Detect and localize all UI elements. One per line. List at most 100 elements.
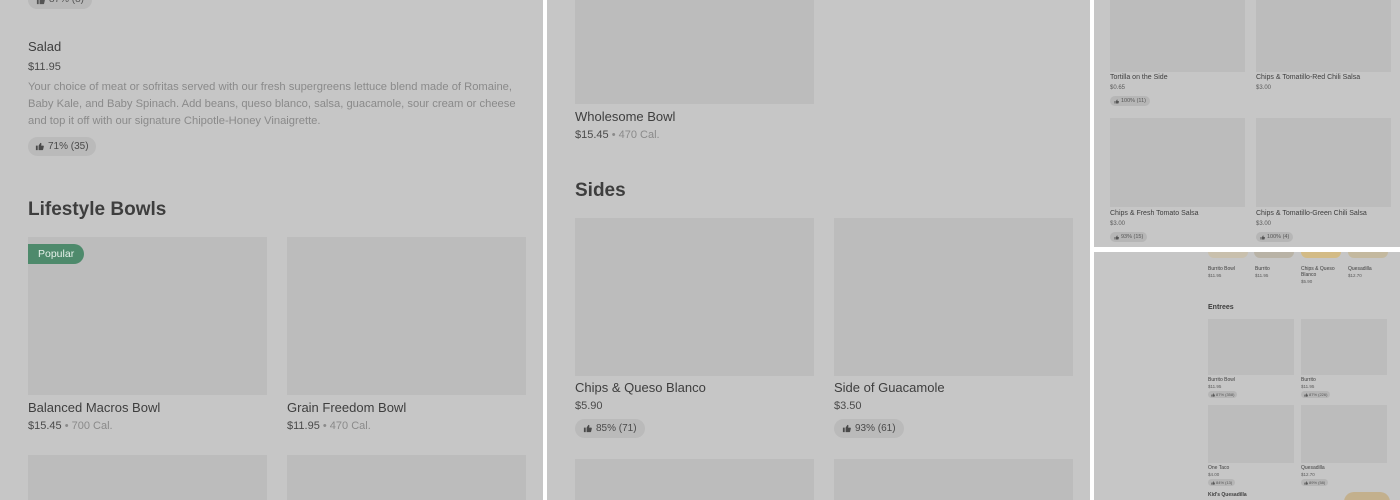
item-name[interactable]: Burrito bbox=[1255, 266, 1270, 272]
rating-badge: 87% (358) bbox=[1208, 391, 1238, 398]
item-image-chips-fresh-tomato[interactable] bbox=[1110, 118, 1245, 207]
rating-text: 93% (61) bbox=[855, 423, 896, 434]
rating-text: 87% (358) bbox=[1216, 392, 1235, 397]
thumbs-up-icon bbox=[842, 424, 851, 433]
item-image-chips-tomatillo-green[interactable] bbox=[1256, 118, 1391, 207]
item-price: $4.00 bbox=[1208, 472, 1220, 477]
item-price-balanced-macros-bowl: $15.45 • 700 Cal. bbox=[28, 420, 113, 432]
menu-panel-sides: Wholesome Bowl $15.45 • 470 Cal. Sides C… bbox=[547, 0, 1090, 500]
item-price-wholesome-bowl: $15.45 • 470 Cal. bbox=[575, 129, 660, 141]
item-price: $3.00 bbox=[1256, 221, 1272, 227]
food-image bbox=[1301, 252, 1341, 258]
item-price: $3.00 bbox=[1110, 221, 1126, 227]
thumbs-up-icon bbox=[583, 424, 592, 433]
item-name[interactable]: Quesadilla bbox=[1348, 266, 1372, 272]
menu-panel-sides-zoomed: Tortilla on the Side $0.65 100% (11) Chi… bbox=[1094, 0, 1400, 247]
food-image bbox=[1348, 252, 1388, 258]
menu-panel-salad-lifestyle: 87% (8) Salad $11.95 Your choice of meat… bbox=[0, 0, 543, 500]
rating-badge: 87% (8) bbox=[28, 0, 93, 9]
section-title-sides: Sides bbox=[575, 180, 626, 201]
section-title-kids-quesadilla: Kid's Quesadilla bbox=[1208, 492, 1247, 498]
item-name-balanced-macros-bowl[interactable]: Balanced Macros Bowl bbox=[28, 400, 160, 415]
popular-badge: Popular bbox=[28, 244, 85, 264]
item-price: $5.90 bbox=[1301, 279, 1313, 284]
rating-badge: 87% (226) bbox=[1301, 391, 1331, 398]
item-image-one-taco[interactable] bbox=[1208, 405, 1294, 463]
item-image[interactable] bbox=[834, 459, 1073, 500]
food-image bbox=[1254, 252, 1294, 258]
item-price-salad: $11.95 bbox=[28, 61, 61, 73]
item-image-chips-tomatillo-red[interactable] bbox=[1256, 0, 1391, 72]
thumbs-up-icon bbox=[35, 142, 44, 151]
item-name-wholesome-bowl[interactable]: Wholesome Bowl bbox=[575, 109, 675, 124]
thumbs-up-icon bbox=[1260, 235, 1265, 239]
item-name[interactable]: Burrito Bowl bbox=[1208, 266, 1235, 272]
item-image-burrito[interactable] bbox=[1301, 319, 1387, 375]
item-name[interactable]: One Taco bbox=[1208, 465, 1229, 471]
item-price-side-of-guacamole: $3.50 bbox=[834, 400, 862, 412]
item-image[interactable] bbox=[287, 455, 526, 500]
rating-text: 100% (4) bbox=[1267, 234, 1290, 240]
rating-text: 89% (58) bbox=[1309, 480, 1326, 485]
calories-text: • 700 Cal. bbox=[61, 420, 113, 432]
item-name[interactable]: Chips & Queso Blanco bbox=[1301, 266, 1341, 278]
item-price: $11.95 bbox=[1255, 273, 1269, 278]
item-price: $0.65 bbox=[1110, 85, 1126, 91]
thumbs-up-icon bbox=[1304, 480, 1308, 485]
calories-text: • 470 Cal. bbox=[608, 129, 660, 141]
item-name[interactable]: Quesadilla bbox=[1301, 465, 1325, 471]
item-name[interactable]: Burrito Bowl bbox=[1208, 377, 1235, 383]
item-price: $11.95 bbox=[1208, 273, 1222, 278]
item-name[interactable]: Tortilla on the Side bbox=[1110, 74, 1168, 81]
item-image-wholesome-bowl[interactable] bbox=[575, 0, 814, 104]
item-name-grain-freedom-bowl[interactable]: Grain Freedom Bowl bbox=[287, 400, 406, 415]
food-image bbox=[1344, 492, 1390, 500]
item-image-side-of-guacamole[interactable] bbox=[834, 218, 1073, 376]
item-name-side-of-guacamole[interactable]: Side of Guacamole bbox=[834, 380, 945, 395]
item-price: $11.95 bbox=[1208, 384, 1222, 389]
thumbs-up-icon bbox=[1114, 235, 1119, 239]
item-image-burrito-bowl[interactable] bbox=[1208, 319, 1294, 375]
item-price: $12.70 bbox=[1301, 472, 1315, 477]
item-price-chips-queso-blanco: $5.90 bbox=[575, 400, 603, 412]
rating-badge: 100% (4) bbox=[1256, 232, 1294, 242]
item-name[interactable]: Chips & Tomatillo-Green Chili Salsa bbox=[1256, 210, 1367, 217]
item-image-grain-freedom-bowl[interactable] bbox=[287, 237, 526, 395]
rating-text: 87% (8) bbox=[49, 0, 84, 9]
rating-text: 87% (226) bbox=[1309, 392, 1328, 397]
item-price: $12.70 bbox=[1348, 273, 1362, 278]
thumbs-up-icon bbox=[1114, 99, 1119, 103]
rating-badge: 84% (13) bbox=[1208, 479, 1236, 486]
section-title-lifestyle-bowls: Lifestyle Bowls bbox=[28, 199, 167, 220]
item-name[interactable]: Burrito bbox=[1301, 377, 1316, 383]
price-text: $15.45 bbox=[575, 129, 609, 141]
item-image[interactable] bbox=[575, 459, 814, 500]
item-price: $11.95 bbox=[1301, 384, 1315, 389]
item-description-salad: Your choice of meat or sofritas served w… bbox=[28, 81, 516, 127]
item-image-quesadilla[interactable] bbox=[1301, 405, 1387, 463]
item-name[interactable]: Chips & Fresh Tomato Salsa bbox=[1110, 210, 1199, 217]
rating-badge: 100% (11) bbox=[1110, 96, 1150, 106]
thumbs-up-icon bbox=[1304, 392, 1308, 397]
rating-text: 85% (71) bbox=[596, 423, 637, 434]
item-price-grain-freedom-bowl: $11.95 • 470 Cal. bbox=[287, 420, 371, 432]
thumbs-up-icon bbox=[1211, 480, 1215, 485]
price-text: $15.45 bbox=[28, 420, 62, 432]
rating-text: 93% (15) bbox=[1121, 234, 1144, 240]
food-image bbox=[1208, 252, 1248, 258]
menu-panel-entrees-overview: Burrito Bowl $11.95 Burrito $11.95 Chips… bbox=[1094, 252, 1400, 500]
thumbs-up-icon bbox=[36, 0, 45, 4]
rating-badge-salad: 71% (35) bbox=[28, 137, 96, 156]
item-image-tortilla-on-the-side[interactable] bbox=[1110, 0, 1245, 72]
item-name-chips-queso-blanco[interactable]: Chips & Queso Blanco bbox=[575, 380, 706, 395]
rating-badge-chips-queso-blanco: 85% (71) bbox=[575, 419, 645, 438]
item-image[interactable] bbox=[28, 455, 267, 500]
item-name[interactable]: Chips & Tomatillo-Red Chili Salsa bbox=[1256, 74, 1360, 81]
item-name-salad[interactable]: Salad bbox=[28, 39, 61, 54]
item-image-chips-queso-blanco[interactable] bbox=[575, 218, 814, 376]
thumbs-up-icon bbox=[1211, 392, 1215, 397]
section-title-entrees: Entrees bbox=[1208, 304, 1234, 311]
calories-text: • 470 Cal. bbox=[319, 420, 371, 432]
rating-badge: 89% (58) bbox=[1301, 479, 1329, 486]
rating-badge: 93% (15) bbox=[1110, 232, 1148, 242]
